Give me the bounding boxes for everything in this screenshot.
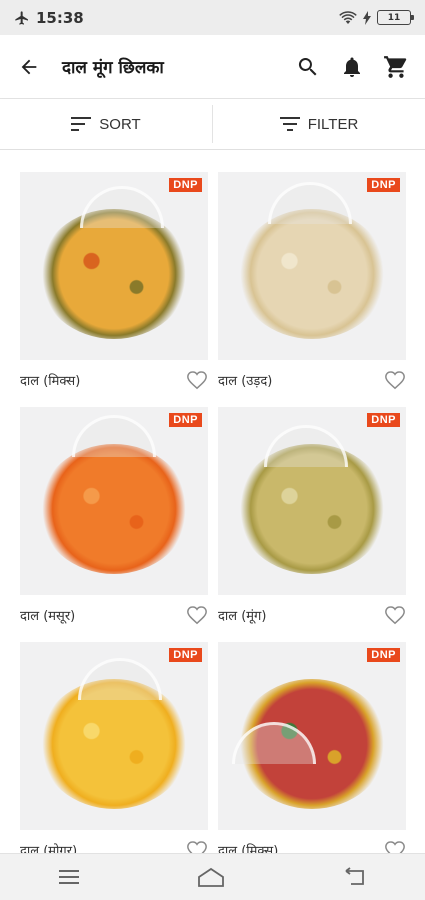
product-image[interactable]: DNP [218,172,406,360]
product-image[interactable]: DNP [218,407,406,595]
product-name: दाल (मिक्स) [218,844,279,853]
bell-icon [344,57,360,77]
heart-icon[interactable] [186,604,208,626]
product-name: दाल (मिक्स) [20,374,81,389]
bowl [80,186,164,228]
status-right: 11 [339,10,414,25]
product-meta: दाल (मसूर) [20,595,208,635]
cart-icon [384,55,407,78]
product-pile [237,208,387,339]
product-image[interactable]: DNP [20,172,208,360]
product-meta: दाल (मिक्स) [218,830,406,853]
bowl [72,415,156,457]
product-image[interactable]: DNP [218,642,406,830]
status-left: 15:38 [14,9,84,27]
sort-filter-bar: SORT FILTER [0,99,425,150]
status-time: 15:38 [36,8,84,27]
product-card[interactable]: DNP दाल (मिक्स) [20,172,208,400]
sort-icon [71,117,92,131]
wifi-icon [339,10,357,24]
heart-icon[interactable] [186,369,208,391]
cart-button[interactable] [383,54,409,80]
brand-badge: DNP [169,648,202,662]
bowl [264,425,348,467]
page-title: दाल मूंग छिलका [62,58,164,78]
brand-badge: DNP [367,178,400,192]
notifications-button[interactable] [339,54,365,80]
home-icon[interactable] [196,866,226,888]
system-nav-bar [0,853,425,900]
product-pile [39,208,189,339]
filter-icon [279,117,300,131]
brand-badge: DNP [367,413,400,427]
filter-button[interactable]: FILTER [213,99,425,149]
airplane-mode-icon [15,10,28,25]
brand-badge: DNP [169,413,202,427]
app-bar: दाल मूंग छिलका [0,35,425,99]
back-nav-icon[interactable] [343,867,367,887]
battery-indicator: 11 [377,10,414,25]
product-card[interactable]: DNP दाल (मिक्स) [218,642,406,853]
back-button[interactable] [16,54,42,80]
product-image[interactable]: DNP [20,407,208,595]
product-meta: दाल (मोगर) [20,830,208,853]
product-meta: दाल (मूंग) [218,595,406,635]
product-name: दाल (मोगर) [20,844,78,853]
product-card[interactable]: DNP दाल (मोगर) [20,642,208,853]
search-button[interactable] [295,54,321,80]
heart-icon[interactable] [384,369,406,391]
product-card[interactable]: DNP दाल (उड़द) [218,172,406,400]
charging-icon [363,10,371,25]
sort-label: SORT [99,115,141,133]
bowl [78,658,162,700]
product-name: दाल (मूंग) [218,609,267,624]
product-grid: DNP दाल (मिक्स) DNP दाल (उड़द) DNP दाल (… [0,150,425,853]
bowl [268,182,352,224]
filter-label: FILTER [307,115,359,133]
arrow-left-icon [21,59,37,74]
brand-badge: DNP [169,178,202,192]
menu-icon[interactable] [58,868,80,886]
product-card[interactable]: DNP दाल (मसूर) [20,407,208,635]
product-name: दाल (उड़द) [218,374,273,389]
search-icon [298,57,317,75]
heart-icon[interactable] [186,839,208,853]
product-pile [39,443,189,574]
product-meta: दाल (मिक्स) [20,360,208,400]
sort-button[interactable]: SORT [0,99,212,149]
heart-icon[interactable] [384,839,406,853]
heart-icon[interactable] [384,604,406,626]
battery-level: 11 [387,12,401,23]
header-actions [295,54,409,80]
status-bar: 15:38 11 [0,0,425,35]
product-name: दाल (मसूर) [20,609,76,624]
product-image[interactable]: DNP [20,642,208,830]
brand-badge: DNP [367,648,400,662]
product-card[interactable]: DNP दाल (मूंग) [218,407,406,635]
product-meta: दाल (उड़द) [218,360,406,400]
